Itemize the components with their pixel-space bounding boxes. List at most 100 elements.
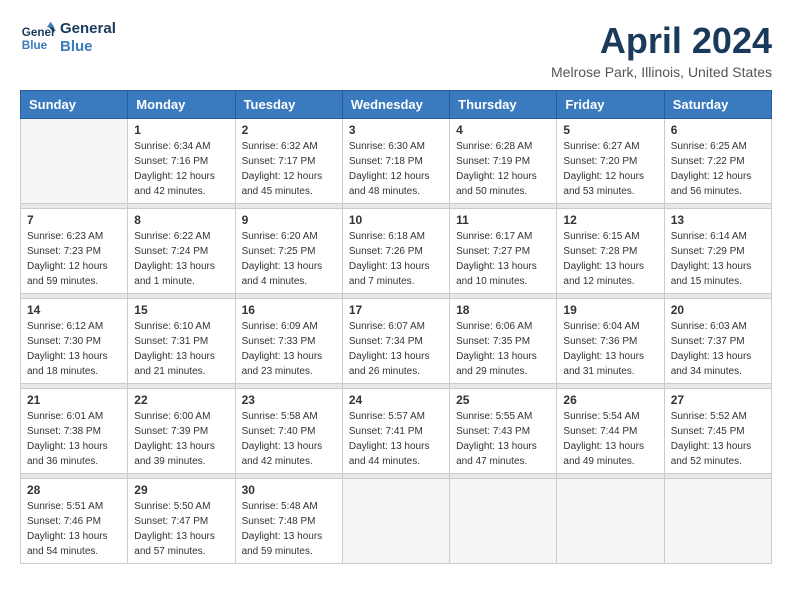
day-number: 15 <box>134 303 228 317</box>
cell-week5-day5 <box>557 479 664 564</box>
day-number: 18 <box>456 303 550 317</box>
day-info: Sunrise: 5:52 AMSunset: 7:45 PMDaylight:… <box>671 409 765 469</box>
cell-week2-day3: 10Sunrise: 6:18 AMSunset: 7:26 PMDayligh… <box>342 209 449 294</box>
cell-week1-day5: 5 Sunrise: 6:27 AMSunset: 7:20 PMDaylight… <box>557 119 664 204</box>
day-info: Sunrise: 6:14 AMSunset: 7:29 PMDaylight:… <box>671 229 765 289</box>
day-number: 13 <box>671 213 765 227</box>
cell-week1-day6: 6Sunrise: 6:25 AMSunset: 7:22 PMDaylight… <box>664 119 771 204</box>
day-number: 28 <box>27 483 121 497</box>
cell-week2-day1: 8Sunrise: 6:22 AMSunset: 7:24 PMDaylight… <box>128 209 235 294</box>
svg-text:Blue: Blue <box>22 39 48 52</box>
day-info: Sunrise: 6:15 AMSunset: 7:28 PMDaylight:… <box>563 229 657 289</box>
cell-week2-day4: 11Sunrise: 6:17 AMSunset: 7:27 PMDayligh… <box>450 209 557 294</box>
cell-week2-day0: 7 Sunrise: 6:23 AMSunset: 7:23 PMDaylight… <box>21 209 128 294</box>
day-info: Sunrise: 6:28 AMSunset: 7:19 PMDaylight:… <box>456 139 550 199</box>
cell-week2-day6: 13 Sunrise: 6:14 AMSunset: 7:29 PMDayligh… <box>664 209 771 294</box>
page-header: General Blue General Blue April 2024 Mel… <box>20 20 772 80</box>
day-number: 26 <box>563 393 657 407</box>
cell-week1-day3: 3 Sunrise: 6:30 AMSunset: 7:18 PMDaylight… <box>342 119 449 204</box>
cell-week4-day3: 24 Sunrise: 5:57 AMSunset: 7:41 PMDayligh… <box>342 389 449 474</box>
day-info: Sunrise: 6:32 AMSunset: 7:17 PMDaylight:… <box>242 139 336 199</box>
day-number: 10 <box>349 213 443 227</box>
day-number: 30 <box>242 483 336 497</box>
day-info: Sunrise: 6:09 AMSunset: 7:33 PMDaylight:… <box>242 319 336 379</box>
cell-week3-day2: 16Sunrise: 6:09 AMSunset: 7:33 PMDayligh… <box>235 299 342 384</box>
cell-week5-day6 <box>664 479 771 564</box>
cell-week3-day4: 18 Sunrise: 6:06 AMSunset: 7:35 PMDayligh… <box>450 299 557 384</box>
day-info: Sunrise: 6:17 AMSunset: 7:27 PMDaylight:… <box>456 229 550 289</box>
day-number: 1 <box>134 123 228 137</box>
day-number: 3 <box>349 123 443 137</box>
day-info: Sunrise: 6:20 AMSunset: 7:25 PMDaylight:… <box>242 229 336 289</box>
day-info: Sunrise: 5:55 AMSunset: 7:43 PMDaylight:… <box>456 409 550 469</box>
header-saturday: Saturday <box>664 91 771 119</box>
week-row-2: 7 Sunrise: 6:23 AMSunset: 7:23 PMDaylight… <box>21 209 772 294</box>
cell-week3-day6: 20Sunrise: 6:03 AMSunset: 7:37 PMDayligh… <box>664 299 771 384</box>
header-sunday: Sunday <box>21 91 128 119</box>
cell-week2-day2: 9Sunrise: 6:20 AMSunset: 7:25 PMDaylight… <box>235 209 342 294</box>
day-number: 6 <box>671 123 765 137</box>
day-info: Sunrise: 6:12 AMSunset: 7:30 PMDaylight:… <box>27 319 121 379</box>
week-row-4: 21 Sunrise: 6:01 AMSunset: 7:38 PMDayligh… <box>21 389 772 474</box>
cell-week5-day3 <box>342 479 449 564</box>
cell-week1-day4: 4 Sunrise: 6:28 AMSunset: 7:19 PMDaylight… <box>450 119 557 204</box>
day-info: Sunrise: 6:22 AMSunset: 7:24 PMDaylight:… <box>134 229 228 289</box>
cell-week3-day3: 17 Sunrise: 6:07 AMSunset: 7:34 PMDayligh… <box>342 299 449 384</box>
day-number: 19 <box>563 303 657 317</box>
cell-week4-day1: 22Sunrise: 6:00 AMSunset: 7:39 PMDayligh… <box>128 389 235 474</box>
cell-week5-day4 <box>450 479 557 564</box>
day-number: 17 <box>349 303 443 317</box>
header-thursday: Thursday <box>450 91 557 119</box>
day-number: 7 <box>27 213 121 227</box>
day-number: 29 <box>134 483 228 497</box>
title-section: April 2024 Melrose Park, Illinois, Unite… <box>551 20 772 80</box>
cell-week4-day2: 23Sunrise: 5:58 AMSunset: 7:40 PMDayligh… <box>235 389 342 474</box>
day-info: Sunrise: 6:04 AMSunset: 7:36 PMDaylight:… <box>563 319 657 379</box>
cell-week4-day0: 21 Sunrise: 6:01 AMSunset: 7:38 PMDayligh… <box>21 389 128 474</box>
day-info: Sunrise: 6:01 AMSunset: 7:38 PMDaylight:… <box>27 409 121 469</box>
day-number: 12 <box>563 213 657 227</box>
day-info: Sunrise: 6:30 AMSunset: 7:18 PMDaylight:… <box>349 139 443 199</box>
day-info: Sunrise: 5:51 AMSunset: 7:46 PMDaylight:… <box>27 499 121 559</box>
calendar-header-row: Sunday Monday Tuesday Wednesday Thursday… <box>21 91 772 119</box>
day-number: 14 <box>27 303 121 317</box>
day-info: Sunrise: 5:54 AMSunset: 7:44 PMDaylight:… <box>563 409 657 469</box>
day-info: Sunrise: 5:57 AMSunset: 7:41 PMDaylight:… <box>349 409 443 469</box>
cell-week5-day1: 29Sunrise: 5:50 AMSunset: 7:47 PMDayligh… <box>128 479 235 564</box>
cell-week4-day6: 27 Sunrise: 5:52 AMSunset: 7:45 PMDayligh… <box>664 389 771 474</box>
logo-line1: General <box>60 20 116 38</box>
day-info: Sunrise: 6:23 AMSunset: 7:23 PMDaylight:… <box>27 229 121 289</box>
cell-week1-day0 <box>21 119 128 204</box>
week-row-1: 1 Sunrise: 6:34 AMSunset: 7:16 PMDaylight… <box>21 119 772 204</box>
day-number: 21 <box>27 393 121 407</box>
day-info: Sunrise: 5:48 AMSunset: 7:48 PMDaylight:… <box>242 499 336 559</box>
cell-week4-day5: 26 Sunrise: 5:54 AMSunset: 7:44 PMDayligh… <box>557 389 664 474</box>
calendar-table: Sunday Monday Tuesday Wednesday Thursday… <box>20 90 772 564</box>
day-number: 27 <box>671 393 765 407</box>
logo: General Blue General Blue <box>20 20 116 56</box>
header-wednesday: Wednesday <box>342 91 449 119</box>
header-tuesday: Tuesday <box>235 91 342 119</box>
day-info: Sunrise: 6:34 AMSunset: 7:16 PMDaylight:… <box>134 139 228 199</box>
cell-week5-day0: 28 Sunrise: 5:51 AMSunset: 7:46 PMDayligh… <box>21 479 128 564</box>
day-info: Sunrise: 6:07 AMSunset: 7:34 PMDaylight:… <box>349 319 443 379</box>
day-number: 22 <box>134 393 228 407</box>
header-friday: Friday <box>557 91 664 119</box>
cell-week4-day4: 25 Sunrise: 5:55 AMSunset: 7:43 PMDayligh… <box>450 389 557 474</box>
day-number: 5 <box>563 123 657 137</box>
week-row-5: 28 Sunrise: 5:51 AMSunset: 7:46 PMDayligh… <box>21 479 772 564</box>
header-monday: Monday <box>128 91 235 119</box>
day-info: Sunrise: 6:03 AMSunset: 7:37 PMDaylight:… <box>671 319 765 379</box>
day-number: 4 <box>456 123 550 137</box>
day-info: Sunrise: 5:58 AMSunset: 7:40 PMDaylight:… <box>242 409 336 469</box>
day-info: Sunrise: 6:27 AMSunset: 7:20 PMDaylight:… <box>563 139 657 199</box>
cell-week1-day2: 2 Sunrise: 6:32 AMSunset: 7:17 PMDaylight… <box>235 119 342 204</box>
day-info: Sunrise: 6:10 AMSunset: 7:31 PMDaylight:… <box>134 319 228 379</box>
day-number: 2 <box>242 123 336 137</box>
cell-week3-day5: 19 Sunrise: 6:04 AMSunset: 7:36 PMDayligh… <box>557 299 664 384</box>
day-number: 25 <box>456 393 550 407</box>
day-number: 24 <box>349 393 443 407</box>
cell-week1-day1: 1 Sunrise: 6:34 AMSunset: 7:16 PMDaylight… <box>128 119 235 204</box>
day-info: Sunrise: 6:06 AMSunset: 7:35 PMDaylight:… <box>456 319 550 379</box>
logo-icon: General Blue <box>20 20 56 56</box>
